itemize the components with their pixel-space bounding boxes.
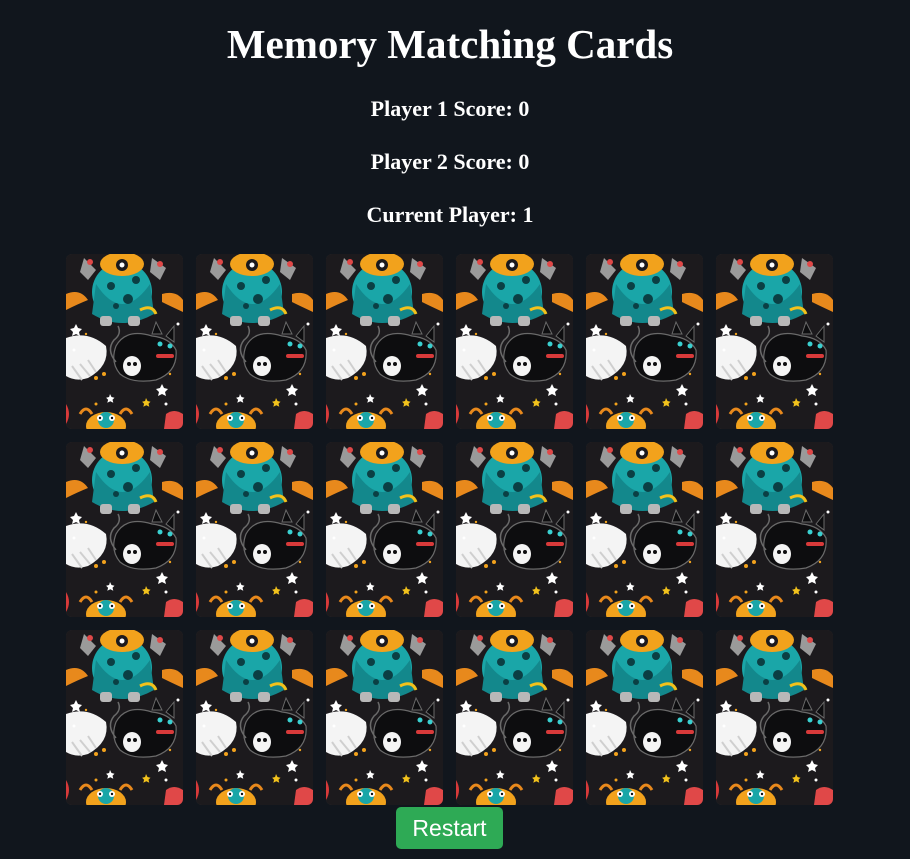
memory-card[interactable] [586, 442, 703, 617]
card-back-pattern-icon [716, 442, 833, 617]
card-back-pattern-icon [456, 630, 573, 805]
card-back-pattern-icon [66, 254, 183, 429]
restart-button[interactable]: Restart [396, 807, 503, 849]
current-player: Current Player: 1 [366, 202, 534, 227]
game-page: Memory Matching Cards Player 1 Score: 0 … [0, 0, 910, 859]
card-back-pattern-icon [586, 630, 703, 805]
memory-card[interactable] [456, 254, 573, 429]
memory-card[interactable] [326, 254, 443, 429]
player-2-score: Player 2 Score: 0 [370, 149, 530, 174]
card-back-pattern-icon [66, 442, 183, 617]
memory-card[interactable] [326, 442, 443, 617]
card-back-pattern-icon [326, 254, 443, 429]
card-back-pattern-icon [196, 442, 313, 617]
memory-card[interactable] [66, 442, 183, 617]
memory-card[interactable] [716, 442, 833, 617]
memory-card[interactable] [716, 630, 833, 805]
memory-card[interactable] [326, 630, 443, 805]
card-back-pattern-icon [586, 254, 703, 429]
card-back-pattern-icon [326, 630, 443, 805]
card-back-pattern-icon [716, 254, 833, 429]
card-back-pattern-icon [716, 630, 833, 805]
card-back-pattern-icon [456, 254, 573, 429]
memory-card[interactable] [586, 630, 703, 805]
card-back-pattern-icon [456, 442, 573, 617]
memory-card[interactable] [196, 630, 313, 805]
memory-card[interactable] [66, 630, 183, 805]
card-back-pattern-icon [586, 442, 703, 617]
card-back-pattern-icon [196, 630, 313, 805]
memory-card[interactable] [586, 254, 703, 429]
card-grid [66, 254, 836, 805]
memory-card[interactable] [196, 442, 313, 617]
memory-card[interactable] [456, 442, 573, 617]
memory-card[interactable] [196, 254, 313, 429]
page-title: Memory Matching Cards [226, 21, 674, 67]
card-back-pattern-icon [66, 630, 183, 805]
memory-card[interactable] [66, 254, 183, 429]
player-1-score: Player 1 Score: 0 [370, 96, 530, 121]
card-back-pattern-icon [196, 254, 313, 429]
memory-card[interactable] [456, 630, 573, 805]
card-back-pattern-icon [326, 442, 443, 617]
memory-card[interactable] [716, 254, 833, 429]
